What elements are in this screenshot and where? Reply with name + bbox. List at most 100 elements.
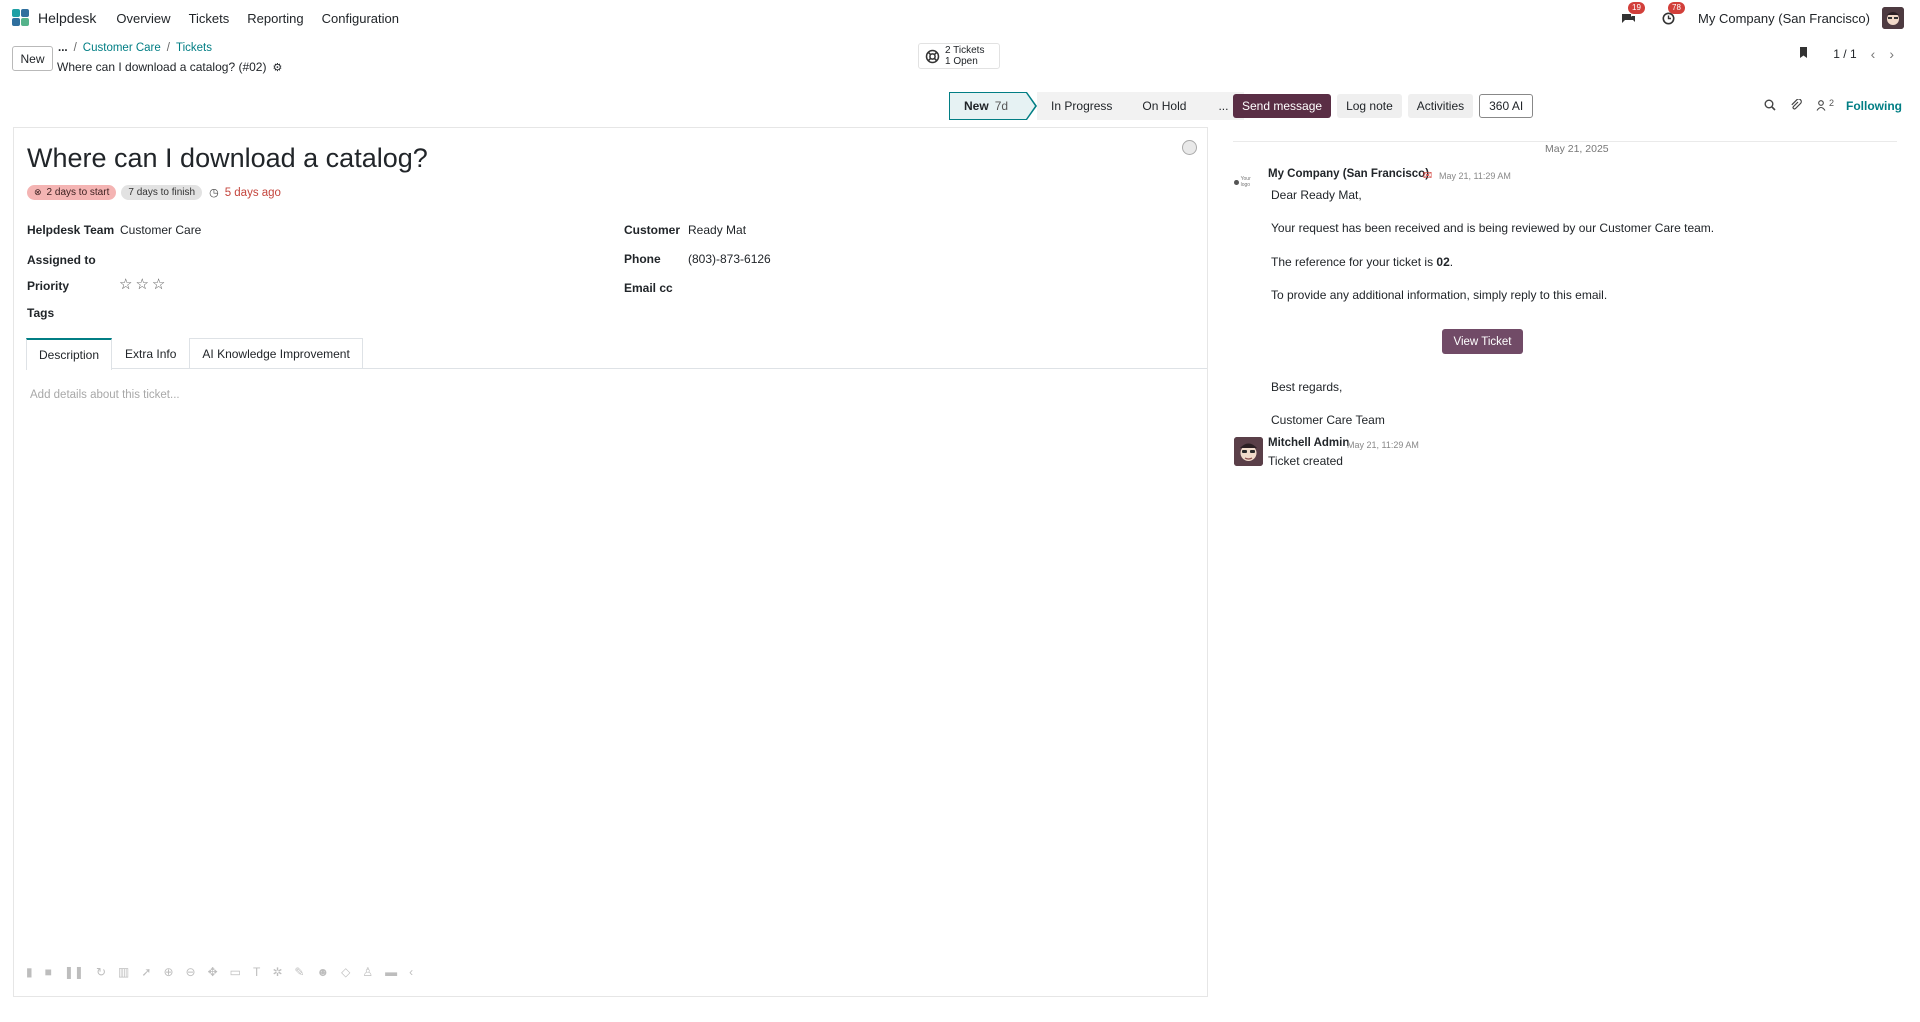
toolbar-icon[interactable]: ‹ [409, 965, 413, 979]
ticket-title[interactable]: Where can I download a catalog? [27, 143, 428, 174]
star-icon[interactable]: ☆ [152, 275, 165, 293]
phone-label: Phone [624, 252, 661, 266]
tags-field[interactable] [120, 302, 520, 322]
stage-new[interactable]: New 7d [949, 92, 1028, 120]
log-note-button[interactable]: Log note [1337, 94, 1402, 118]
star-icon[interactable]: ☆ [135, 275, 148, 293]
priority-label: Priority [27, 279, 70, 293]
pager-previous-icon[interactable]: ‹ [1871, 46, 1876, 62]
message-greeting: Dear Ready Mat, [1271, 188, 1362, 202]
view-ticket-button[interactable]: View Ticket [1442, 329, 1523, 354]
new-button[interactable]: New [12, 46, 53, 71]
date-separator: May 21, 2025 [1537, 143, 1617, 155]
toolbar-icon[interactable]: ⊖ [186, 965, 196, 979]
toolbar-icon[interactable]: ▥ [118, 965, 129, 979]
description-editor[interactable]: Add details about this ticket... [30, 389, 180, 401]
toolbar-icon[interactable]: ⊕ [163, 965, 173, 979]
notebook-tabs: Description Extra Info AI Knowledge Impr… [26, 338, 1207, 370]
user-avatar[interactable] [1882, 7, 1904, 29]
app-title: Helpdesk [38, 10, 97, 26]
stage-new-label: New [964, 99, 989, 113]
toolbar-icon[interactable]: ■ [45, 965, 52, 979]
helpdesk-team-field[interactable]: Customer Care [120, 223, 201, 237]
gear-icon[interactable]: ⚙ [272, 61, 282, 74]
chatter-tools: 2 Following [1750, 97, 1902, 114]
customer-field[interactable]: Ready Mat [688, 223, 746, 237]
toolbar-icon[interactable]: ▬ [385, 965, 397, 979]
control-panel: New ... / Customer Care / Tickets Where … [0, 36, 1920, 88]
message-date: May 21, 11:29 AM [1439, 171, 1511, 181]
toolbar-icon[interactable]: ◇ [341, 965, 350, 979]
following-button[interactable]: Following [1846, 99, 1902, 113]
pager-next-icon[interactable]: › [1889, 46, 1894, 62]
toolbar-icon[interactable]: ♙ [362, 965, 373, 979]
customer-label: Customer [624, 223, 681, 237]
priority-stars: ☆ ☆ ☆ [119, 275, 168, 293]
breadcrumb-tickets[interactable]: Tickets [176, 42, 212, 54]
ai-button[interactable]: 360 AI [1479, 94, 1534, 118]
email-cc-label: Email cc [624, 281, 673, 295]
star-icon[interactable]: ☆ [119, 275, 132, 293]
nav-tickets[interactable]: Tickets [189, 11, 230, 26]
toolbar-icon[interactable]: ✎ [294, 965, 304, 979]
toolbar-icon[interactable]: T [253, 965, 260, 979]
record-title-text: Where can I download a catalog? (#02) [57, 60, 267, 74]
toolbar-icon[interactable]: ↻ [96, 965, 106, 979]
toolbar-icon[interactable]: ▮ [26, 965, 33, 979]
pager-value[interactable]: 1 / 1 [1833, 47, 1856, 61]
toolbar-icon[interactable]: ▭ [230, 965, 241, 979]
tags-label: Tags [27, 306, 55, 320]
tab-extra-info[interactable]: Extra Info [112, 338, 189, 369]
stage-statusbar: New 7d In Progress On Hold ... [949, 92, 1245, 120]
ticket-count: 2 Tickets [945, 45, 985, 56]
nav-configuration[interactable]: Configuration [322, 11, 399, 26]
kanban-state-icon[interactable] [1182, 140, 1197, 155]
stage-duration: 7d [994, 99, 1009, 113]
reference-number: 02 [1436, 255, 1450, 269]
phone-field[interactable]: (803)-873-6126 [688, 252, 771, 266]
avatar[interactable] [1234, 437, 1263, 466]
envelope-icon: ✉ [1423, 170, 1433, 182]
message-author[interactable]: My Company (San Francisco) [1268, 168, 1429, 180]
search-icon[interactable] [1764, 99, 1776, 114]
lifebuoy-icon [925, 49, 940, 63]
toolbar-icon[interactable]: ➚ [141, 965, 151, 979]
app-brand[interactable]: Helpdesk [12, 9, 116, 27]
stage-in-progress[interactable]: In Progress [1037, 92, 1127, 120]
message-author[interactable]: Mitchell Admin [1268, 437, 1349, 449]
toolbar-icon[interactable]: ✲ [272, 965, 282, 979]
assigned-to-field[interactable] [120, 249, 520, 269]
company-switcher[interactable]: My Company (San Francisco) [1698, 11, 1870, 26]
breadcrumb-customer-care[interactable]: Customer Care [83, 42, 161, 54]
followers-button[interactable]: 2 [1816, 98, 1834, 114]
logo-text: Your logo [1240, 176, 1251, 188]
tab-ai-knowledge-improvement[interactable]: AI Knowledge Improvement [189, 338, 363, 369]
send-message-button[interactable]: Send message [1233, 94, 1332, 118]
messages-button[interactable]: 19 [1618, 2, 1645, 28]
paperclip-icon[interactable] [1790, 97, 1802, 114]
email-cc-field[interactable] [688, 277, 1088, 297]
stage-on-hold[interactable]: On Hold [1126, 92, 1203, 120]
close-circle-icon[interactable]: ⊗ [34, 187, 42, 198]
chatter-actions: Send message Log note Activities 360 AI [1233, 94, 1539, 118]
nav-overview[interactable]: Overview [116, 11, 170, 26]
breadcrumb-separator: / [73, 42, 77, 54]
tab-description[interactable]: Description [26, 338, 113, 370]
toolbar-icon[interactable]: ☻ [316, 965, 329, 979]
breadcrumb-more[interactable]: ... [58, 42, 68, 54]
message-date: May 21, 11:29 AM [1347, 440, 1419, 450]
helpdesk-logo-icon [12, 9, 30, 27]
reference-text: The reference for your ticket is [1271, 255, 1437, 269]
activities-button[interactable]: 78 [1658, 2, 1685, 28]
activities-button[interactable]: Activities [1407, 94, 1474, 118]
breadcrumb-separator: / [166, 42, 170, 54]
bookmark-icon[interactable] [1798, 46, 1809, 62]
top-navbar: Helpdesk Overview Tickets Reporting Conf… [0, 0, 1920, 36]
open-count: 1 Open [945, 56, 978, 67]
nav-reporting[interactable]: Reporting [247, 11, 303, 26]
customer-tickets-button[interactable]: 2 Tickets 1 Open [918, 43, 1000, 69]
toolbar-icon[interactable]: ✥ [208, 965, 218, 979]
sla-finish-chip: 7 days to finish [121, 185, 203, 200]
user-icon [1816, 100, 1829, 114]
toolbar-icon[interactable]: ❚❚ [64, 965, 84, 979]
